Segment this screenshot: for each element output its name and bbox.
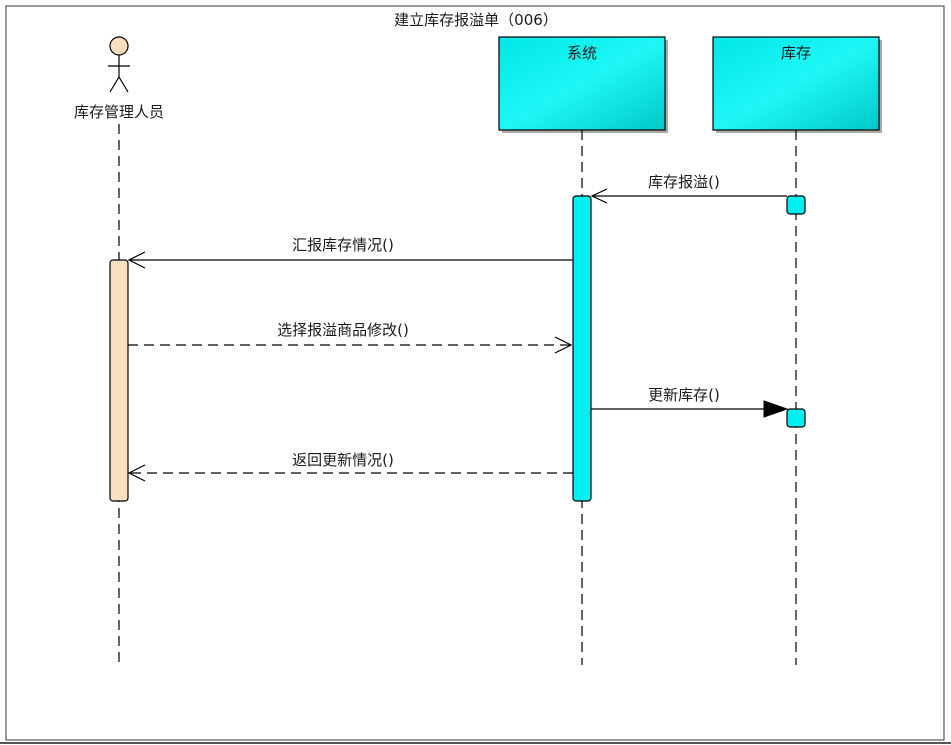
participant-system-label: 系统 <box>567 44 597 62</box>
activation-system <box>572 195 592 502</box>
activation-actor <box>109 259 129 502</box>
participant-inventory[interactable]: 库存 <box>712 36 882 133</box>
diagram-title: 建立库存报溢单（006） <box>394 11 558 29</box>
message-1-label: 库存报溢() <box>648 173 720 191</box>
actor-name: 库存管理人员 <box>74 103 164 121</box>
activation-inventory-2 <box>786 408 806 428</box>
message-3-label: 选择报溢商品修改() <box>277 321 409 339</box>
message-2-label: 汇报库存情况() <box>292 236 394 254</box>
sequence-diagram: 建立库存报溢单（006） 库存管理人员 系统 库存 库存报溢() 汇报库存情况(… <box>0 5 951 744</box>
activation-inventory-1 <box>786 195 806 215</box>
message-4-label: 更新库存() <box>648 386 720 404</box>
message-5-label: 返回更新情况() <box>292 451 394 469</box>
participant-system[interactable]: 系统 <box>498 36 668 133</box>
participant-inventory-label: 库存 <box>781 44 811 62</box>
